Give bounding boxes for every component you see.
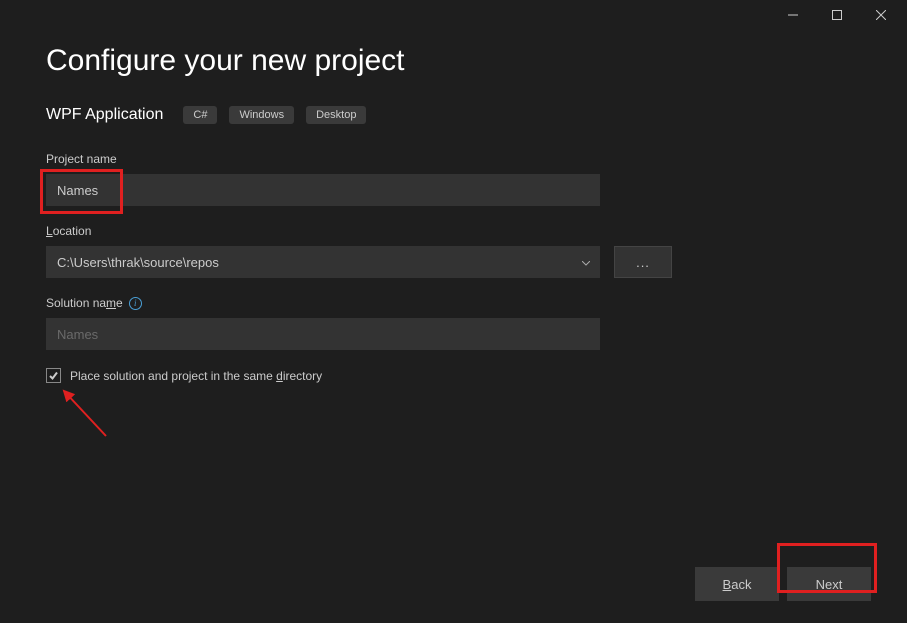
location-input[interactable] bbox=[46, 246, 600, 278]
back-button[interactable]: Back bbox=[695, 567, 779, 601]
same-directory-row[interactable]: Place solution and project in the same d… bbox=[46, 368, 861, 383]
tag-windows: Windows bbox=[229, 106, 294, 124]
tag-csharp: C# bbox=[183, 106, 217, 124]
project-name-group: Project name bbox=[46, 152, 861, 206]
info-icon[interactable]: i bbox=[129, 297, 142, 310]
titlebar bbox=[0, 0, 907, 30]
project-name-label: Project name bbox=[46, 152, 861, 166]
location-label: Location bbox=[46, 224, 861, 238]
solution-name-label: Solution name i bbox=[46, 296, 861, 310]
template-row: WPF Application C# Windows Desktop bbox=[46, 106, 861, 124]
footer-buttons: Back Next bbox=[695, 567, 871, 601]
minimize-button[interactable] bbox=[771, 0, 815, 30]
tag-desktop: Desktop bbox=[306, 106, 366, 124]
page-title: Configure your new project bbox=[46, 44, 861, 78]
template-name: WPF Application bbox=[46, 106, 163, 124]
next-button[interactable]: Next bbox=[787, 567, 871, 601]
solution-name-input bbox=[46, 318, 600, 350]
project-name-input[interactable] bbox=[46, 174, 600, 206]
location-group: Location ... bbox=[46, 224, 861, 278]
close-button[interactable] bbox=[859, 0, 903, 30]
same-directory-checkbox[interactable] bbox=[46, 368, 61, 383]
content-area: Configure your new project WPF Applicati… bbox=[0, 30, 907, 383]
solution-name-group: Solution name i bbox=[46, 296, 861, 350]
maximize-button[interactable] bbox=[815, 0, 859, 30]
same-directory-label: Place solution and project in the same d… bbox=[70, 369, 322, 383]
browse-button[interactable]: ... bbox=[614, 246, 672, 278]
annotation-arrow-icon bbox=[56, 386, 116, 446]
